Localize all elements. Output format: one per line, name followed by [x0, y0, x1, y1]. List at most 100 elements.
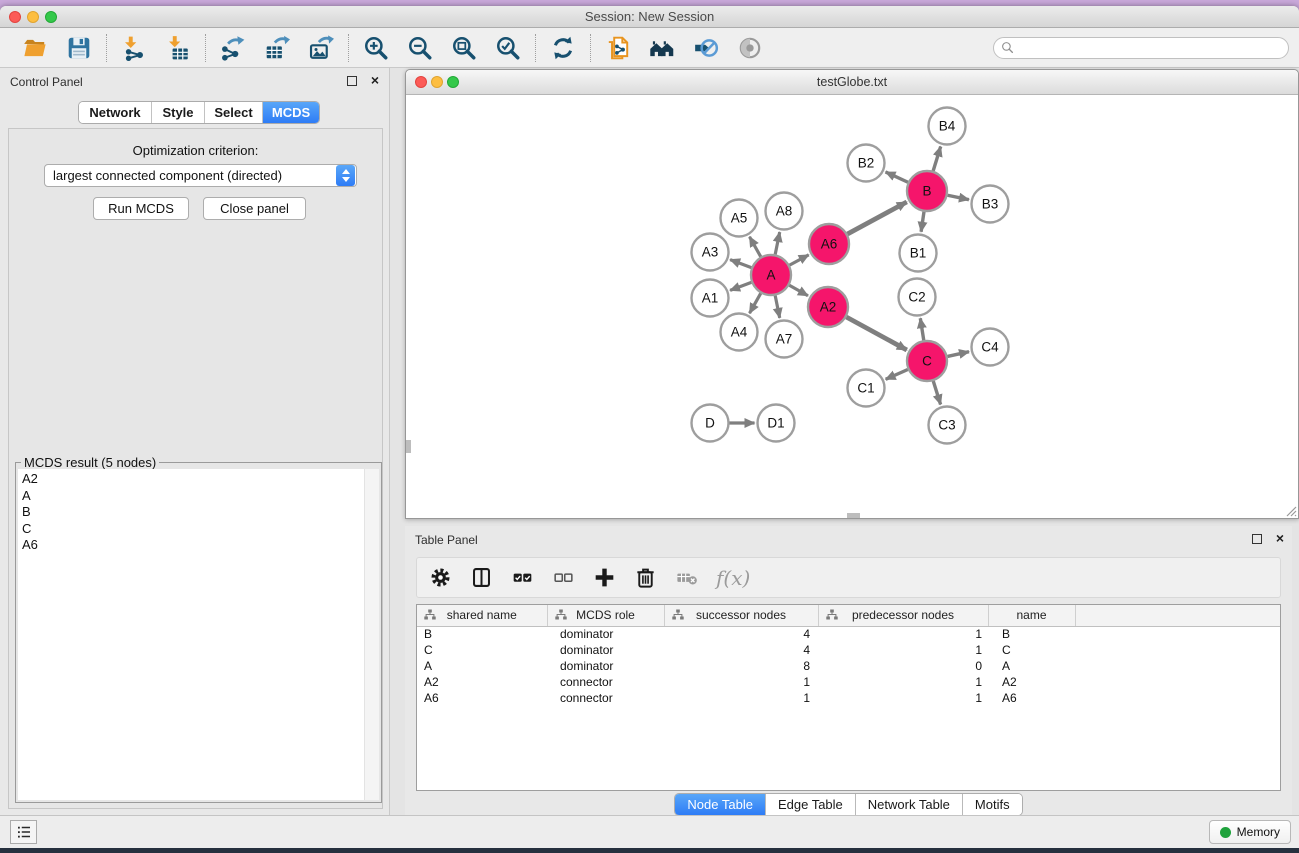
network-vertical-scrollbar[interactable] — [406, 440, 411, 453]
add-column-button[interactable] — [591, 565, 617, 591]
run-mcds-button[interactable]: Run MCDS — [93, 197, 189, 220]
edge-C-C4[interactable] — [947, 352, 969, 357]
refresh-layout-button[interactable] — [549, 34, 577, 62]
table-row[interactable]: Bdominator41B — [417, 626, 1280, 642]
node-C2[interactable]: C2 — [899, 279, 936, 316]
table-cell[interactable]: 1 — [818, 626, 988, 642]
table-close-panel-icon[interactable]: × — [1276, 530, 1284, 546]
import-table-button[interactable] — [164, 34, 192, 62]
node-B2[interactable]: B2 — [848, 145, 885, 182]
tab-network-table[interactable]: Network Table — [856, 794, 963, 815]
table-cell[interactable]: connector — [547, 674, 664, 690]
edge-B-B4[interactable] — [933, 147, 941, 171]
search-box[interactable] — [993, 37, 1289, 59]
edge-B-B1[interactable] — [921, 212, 924, 232]
table-row[interactable]: A6connector11A6 — [417, 690, 1280, 706]
mcds-result-item[interactable]: B — [22, 504, 364, 521]
edge-A-A4[interactable] — [750, 293, 761, 313]
table-cell[interactable]: dominator — [547, 626, 664, 642]
node-C3[interactable]: C3 — [929, 407, 966, 444]
unselect-all-columns-button[interactable] — [550, 565, 576, 591]
network-canvas[interactable]: B4B2BB3A5A8A6A3B1AC2A1A2A4A7C4CC1DD1C3 — [406, 95, 1298, 518]
edge-A-A5[interactable] — [750, 237, 761, 257]
edge-A-A2[interactable] — [789, 285, 808, 295]
tab-mcds[interactable]: MCDS — [263, 102, 319, 123]
table-cell[interactable]: 4 — [664, 642, 818, 658]
edge-A-A8[interactable] — [775, 232, 780, 254]
column-header-successor-nodes[interactable]: successor nodes — [664, 605, 818, 626]
edge-B-B3[interactable] — [948, 195, 969, 199]
node-C4[interactable]: C4 — [972, 329, 1009, 366]
tab-motifs[interactable]: Motifs — [963, 794, 1022, 815]
table-cell[interactable]: A2 — [988, 674, 1075, 690]
save-session-button[interactable] — [65, 34, 93, 62]
table-cell[interactable]: A — [417, 658, 547, 674]
tab-select[interactable]: Select — [205, 102, 263, 123]
column-header-name[interactable]: name — [988, 605, 1075, 626]
close-panel-button[interactable]: Close panel — [203, 197, 306, 220]
resize-grip[interactable] — [1284, 504, 1297, 517]
table-float-panel-icon[interactable] — [1252, 534, 1262, 544]
table-row[interactable]: A2connector11A2 — [417, 674, 1280, 690]
show-columns-button[interactable] — [468, 565, 494, 591]
column-header-MCDS-role[interactable]: MCDS role — [547, 605, 664, 626]
show-graphics-details-button[interactable] — [736, 34, 764, 62]
zoom-selected-button[interactable] — [494, 34, 522, 62]
table-row[interactable]: Adominator80A — [417, 658, 1280, 674]
table-cell[interactable]: A6 — [988, 690, 1075, 706]
float-panel-icon[interactable] — [347, 76, 357, 86]
home-button[interactable] — [648, 34, 676, 62]
close-panel-icon[interactable]: × — [371, 72, 379, 88]
table-options-gear-button[interactable] — [427, 565, 453, 591]
node-A8[interactable]: A8 — [766, 193, 803, 230]
node-B[interactable]: B — [907, 171, 947, 211]
result-scrollbar[interactable] — [365, 469, 379, 800]
zoom-fit-button[interactable] — [450, 34, 478, 62]
table-cell[interactable]: A — [988, 658, 1075, 674]
table-cell[interactable]: 4 — [664, 626, 818, 642]
export-network-button[interactable] — [219, 34, 247, 62]
edge-A6-B[interactable] — [847, 202, 906, 234]
tab-style[interactable]: Style — [152, 102, 205, 123]
table-cell[interactable]: A2 — [417, 674, 547, 690]
edge-A-A3[interactable] — [730, 260, 751, 268]
edge-A-A1[interactable] — [730, 282, 751, 290]
table-cell[interactable]: C — [417, 642, 547, 658]
node-A4[interactable]: A4 — [721, 314, 758, 351]
zoom-out-button[interactable] — [406, 34, 434, 62]
node-B3[interactable]: B3 — [972, 186, 1009, 223]
node-B4[interactable]: B4 — [929, 108, 966, 145]
table-cell[interactable]: A6 — [417, 690, 547, 706]
table-cell[interactable]: B — [988, 626, 1075, 642]
delete-rows-button[interactable] — [632, 565, 658, 591]
search-input[interactable] — [1019, 39, 1281, 57]
node-C[interactable]: C — [907, 341, 947, 381]
network-window-titlebar[interactable]: testGlobe.txt — [406, 70, 1298, 95]
table-cell[interactable]: 0 — [818, 658, 988, 674]
node-D[interactable]: D — [692, 405, 729, 442]
table-cell[interactable]: dominator — [547, 642, 664, 658]
edge-A2-C[interactable] — [846, 317, 906, 350]
edge-A-A7[interactable] — [775, 296, 780, 318]
node-D1[interactable]: D1 — [758, 405, 795, 442]
memory-button[interactable]: Memory — [1209, 820, 1291, 844]
edge-A-A6[interactable] — [790, 255, 809, 265]
table-cell[interactable]: 1 — [818, 674, 988, 690]
table-row[interactable]: Cdominator41C — [417, 642, 1280, 658]
node-B1[interactable]: B1 — [900, 235, 937, 272]
criterion-select[interactable]: largest connected component (directed) — [44, 164, 357, 187]
export-image-button[interactable] — [307, 34, 335, 62]
table-cell[interactable]: 8 — [664, 658, 818, 674]
mcds-result-item[interactable]: A6 — [22, 537, 364, 554]
mcds-result-item[interactable]: A2 — [22, 471, 364, 488]
table-cell[interactable]: B — [417, 626, 547, 642]
edge-B-B2[interactable] — [886, 172, 908, 182]
table-cell[interactable]: 1 — [664, 690, 818, 706]
table-cell[interactable]: 1 — [664, 674, 818, 690]
edge-C-C1[interactable] — [886, 369, 908, 379]
zoom-in-button[interactable] — [362, 34, 390, 62]
task-history-button[interactable] — [10, 820, 37, 844]
table-cell[interactable]: 1 — [818, 642, 988, 658]
table-cell[interactable]: C — [988, 642, 1075, 658]
mcds-result-item[interactable]: C — [22, 521, 364, 538]
